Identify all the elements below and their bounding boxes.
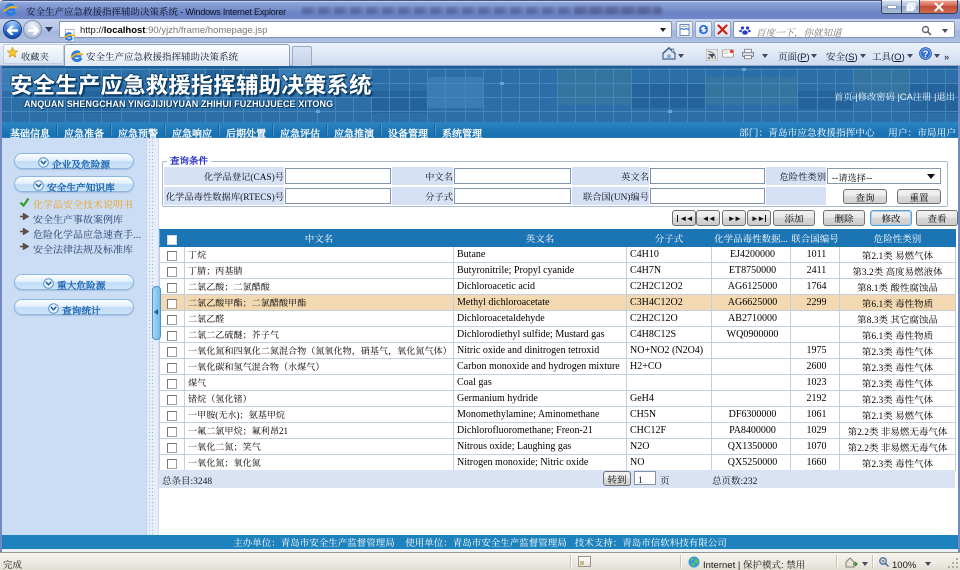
svg-text:?: ? <box>923 49 929 60</box>
